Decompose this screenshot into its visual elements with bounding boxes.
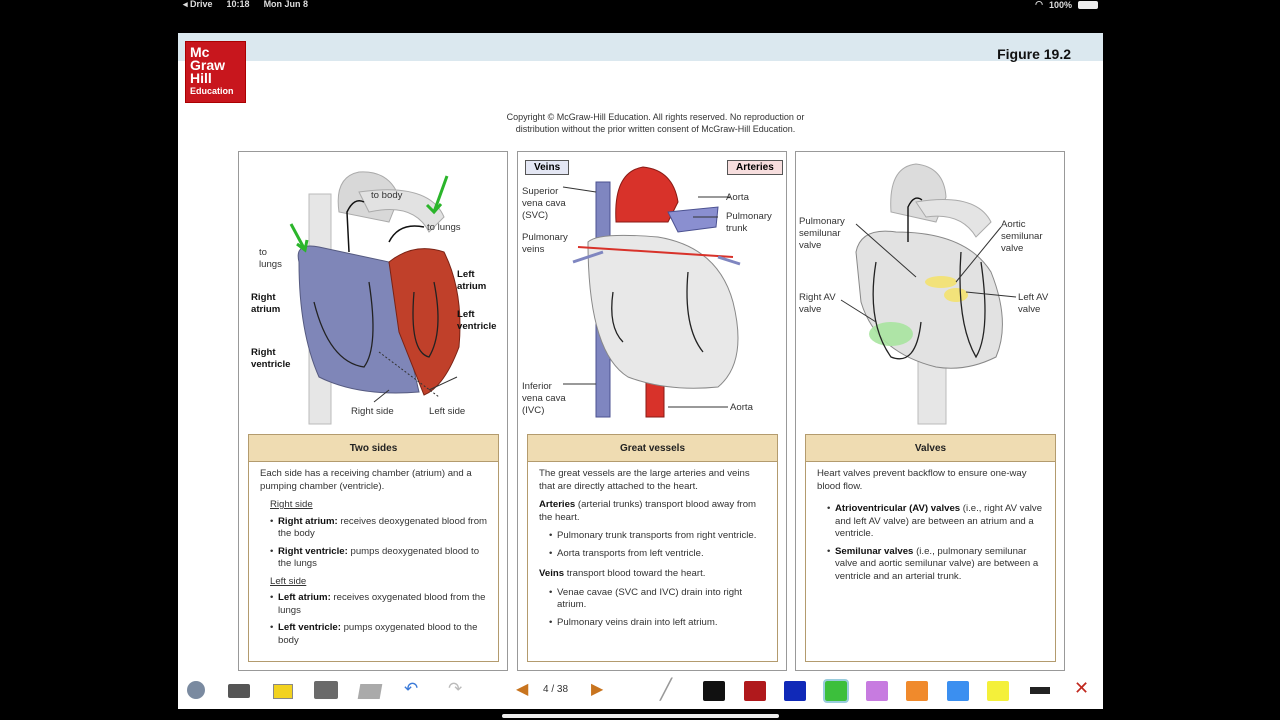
caption-valves: Valves Heart valves prevent backflow to …	[805, 434, 1056, 662]
wifi-icon: ◠	[1035, 0, 1043, 9]
status-date: Mon Jun 8	[263, 0, 309, 9]
status-time: 10:18	[226, 0, 250, 9]
home-indicator[interactable]	[502, 714, 779, 718]
color-swatch-yellow[interactable]	[987, 681, 1009, 701]
annotation-toolbar: ↶ ↷ ◀ 4 / 38 ▶ ╱ ✕	[178, 673, 1103, 709]
list-item: Right ventricle: pumps deoxygenated bloo…	[270, 546, 488, 571]
battery-percent: 100%	[1048, 0, 1072, 10]
label-right-av-valve: Right AV valve	[799, 292, 836, 315]
label-aortic-semilunar-valve: Aortic semilunar valve	[1001, 219, 1043, 254]
color-swatch-green[interactable]	[823, 679, 849, 703]
label-pulmonary-trunk: Pulmonary trunk	[726, 211, 772, 234]
image-icon[interactable]	[314, 681, 338, 699]
color-swatch-purple[interactable]	[866, 681, 888, 701]
caption-intro: Heart valves prevent backflow to ensure …	[817, 468, 1027, 492]
label-left-ventricle: Left ventricle	[457, 309, 497, 332]
highlighter-icon[interactable]	[1030, 687, 1050, 694]
status-bar: ◂ Drive 10:18 Mon Jun 8 ◠ 100%	[0, 0, 1280, 12]
panel-two-sides: to body to lungs to lungs Right atrium Rig…	[238, 151, 508, 671]
pen-icon[interactable]: ╱	[660, 677, 672, 701]
list-item: Atrioventricular (AV) valves (i.e., righ…	[827, 503, 1045, 541]
record-icon[interactable]	[187, 681, 205, 699]
color-swatch-blue[interactable]	[784, 681, 806, 701]
list-item: Left atrium: receives oxygenated blood f…	[270, 592, 488, 617]
label-right-ventricle: Right ventricle	[251, 347, 291, 370]
color-swatch-black[interactable]	[703, 681, 725, 701]
label-left-side: Left side	[429, 406, 466, 417]
list-item: Right atrium: receives deoxygenated bloo…	[270, 516, 488, 541]
page-header-band	[178, 33, 1103, 61]
label-pulmonary-veins: Pulmonary veins	[522, 232, 568, 255]
list-item: Semilunar valves (i.e., pulmonary semilu…	[827, 546, 1045, 584]
publisher-logo: Mc Graw Hill Education	[185, 41, 246, 103]
sticky-note-icon[interactable]	[273, 684, 293, 699]
panel-great-vessels: Veins Arteries Superior vena cava (SVC) Pu…	[517, 151, 787, 671]
label-aorta-top: Aorta	[726, 192, 749, 203]
caption-intro: Each side has a receiving chamber (atriu…	[260, 468, 472, 492]
label-left-av-valve: Left AV valve	[1018, 292, 1049, 315]
color-swatch-orange[interactable]	[906, 681, 928, 701]
list-item: Pulmonary veins drain into left atrium.	[549, 617, 767, 630]
list-item: Venae cavae (SVC and IVC) drain into rig…	[549, 587, 767, 612]
tag-veins: Veins	[525, 160, 570, 175]
list-item: Pulmonary trunk transports from right ve…	[549, 530, 767, 543]
caption-title: Great vessels	[528, 435, 777, 462]
label-ivc: Inferior vena cava (IVC)	[522, 381, 566, 416]
list-item: Left ventricle: pumps oxygenated blood t…	[270, 622, 488, 647]
caption-intro: The great vessels are the large arteries…	[539, 468, 750, 492]
label-left-atrium: Left atrium	[457, 269, 487, 292]
color-swatch-light-blue[interactable]	[947, 681, 969, 701]
label-pulmonary-semilunar-valve: Pulmonary semilunar valve	[799, 216, 845, 251]
list-item: Aorta transports from left ventricle.	[549, 548, 767, 561]
camera-icon[interactable]	[228, 684, 250, 698]
close-icon[interactable]: ✕	[1074, 678, 1089, 698]
veins-paragraph: Veins transport blood toward the heart.	[539, 568, 706, 579]
page-indicator: 4 / 38	[543, 684, 569, 695]
battery-icon	[1078, 0, 1098, 9]
copyright-notice: Copyright © McGraw-Hill Education. All r…	[506, 112, 805, 134]
tag-arteries: Arteries	[727, 160, 783, 175]
subheading-left-side: Left side	[270, 575, 307, 587]
caption-title: Two sides	[249, 435, 498, 462]
document-page: Mc Graw Hill Education Figure 19.2 Copyr…	[178, 33, 1103, 673]
label-svc: Superior vena cava (SVC)	[522, 186, 566, 221]
label-right-atrium: Right atrium	[251, 292, 281, 315]
label-to-lungs-right: to lungs	[427, 222, 461, 233]
share-icon[interactable]	[357, 684, 383, 699]
panel-valves: Pulmonary semilunar valve Aortic semilunar v…	[795, 151, 1065, 671]
back-to-app[interactable]: ◂ Drive	[183, 0, 213, 10]
figure-number: Figure 19.2	[997, 46, 1071, 62]
next-page-button[interactable]: ▶	[591, 679, 603, 698]
caption-title: Valves	[806, 435, 1055, 462]
subheading-right-side: Right side	[270, 499, 313, 510]
caption-two-sides: Two sides Each side has a receiving cham…	[248, 434, 499, 662]
label-to-body: to body	[371, 190, 403, 201]
label-to-lungs-left: to lungs	[259, 247, 282, 270]
prev-page-button[interactable]: ◀	[516, 679, 528, 698]
redo-icon[interactable]: ↷	[448, 679, 462, 698]
label-right-side: Right side	[351, 406, 394, 417]
arteries-paragraph: Arteries (arterial trunks) transport blo…	[539, 499, 757, 523]
color-swatch-red[interactable]	[744, 681, 766, 701]
label-aorta-bottom: Aorta	[730, 402, 753, 413]
undo-icon[interactable]: ↶	[404, 679, 418, 698]
caption-great-vessels: Great vessels The great vessels are the …	[527, 434, 778, 662]
